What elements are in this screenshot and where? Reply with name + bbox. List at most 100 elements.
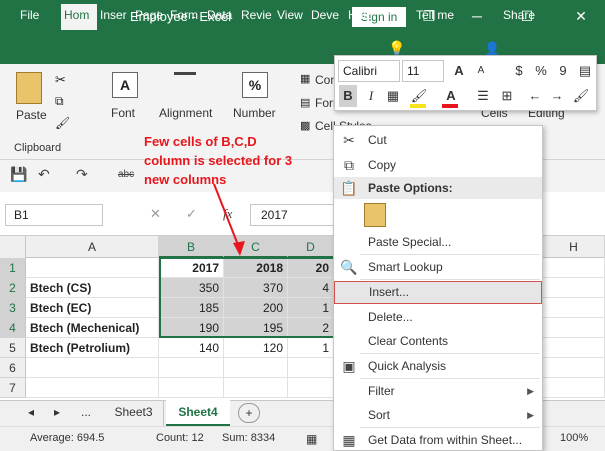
format-painter-icon[interactable]: 🖌 [55,116,70,130]
tab-review[interactable]: Revie [241,8,272,30]
increase-font-size-button[interactable]: A [450,60,468,82]
tab-page-layout[interactable]: Page [135,8,163,30]
tab-view[interactable]: View [277,8,303,30]
cell-d5[interactable]: 1 [288,338,334,358]
cell-h2[interactable] [543,278,605,298]
decrease-decimal-icon[interactable]: → [548,85,566,107]
row-header[interactable]: 6 [0,358,26,378]
cell-c7[interactable] [224,378,288,398]
menu-item-clear-contents[interactable]: Clear Contents [334,329,542,354]
cell-c5[interactable]: 120 [224,338,288,358]
menu-item-filter[interactable]: Filter ▶ [334,379,542,404]
row-header[interactable]: 3 [0,298,26,318]
tab-insert[interactable]: Inser [100,8,127,30]
select-all-button[interactable] [0,236,26,258]
cell-a1[interactable] [26,258,159,278]
cell-a5[interactable]: Btech (Petrolium) [26,338,159,358]
tab-help[interactable]: Help [348,8,373,30]
cell-d7[interactable] [288,378,334,398]
tell-me-search[interactable]: Tell me [416,8,454,30]
cancel-icon[interactable]: ✕ [150,206,161,222]
scroll-right-icon[interactable]: ▸ [50,400,64,426]
sheet-tab-sheet3[interactable]: Sheet3 [104,400,164,426]
accounting-format-button[interactable]: $ [510,60,528,82]
menu-item-get-data[interactable]: ▦ Get Data from within Sheet... [334,428,542,451]
borders-icon[interactable]: ▦ [384,85,402,107]
cell-a3[interactable]: Btech (EC) [26,298,159,318]
cell-a4[interactable]: Btech (Mechenical) [26,318,159,338]
enter-icon[interactable]: ✓ [186,206,197,222]
cell-h7[interactable] [543,378,605,398]
cell-d6[interactable] [288,358,334,378]
normal-view-icon[interactable]: ▦ [306,432,317,446]
font-size-field[interactable]: 11 [402,60,444,82]
column-header-h[interactable]: H [543,236,605,258]
column-header-a[interactable]: A [26,236,159,258]
cell-h5[interactable] [543,338,605,358]
row-header[interactable]: 4 [0,318,26,338]
tab-developer[interactable]: Deve [311,8,339,30]
cell-a2[interactable]: Btech (CS) [26,278,159,298]
save-icon[interactable]: 💾 [10,166,27,183]
paste-clipboard-icon[interactable] [364,203,386,227]
cell-h1[interactable] [543,258,605,278]
name-box[interactable]: B1 [5,204,103,226]
menu-item-cut[interactable]: ✂ Cut [334,128,542,153]
close-button[interactable]: ✕ [570,4,592,28]
cell-a6[interactable] [26,358,159,378]
row-header[interactable]: 2 [0,278,26,298]
menu-item-smart-lookup[interactable]: 🔍 Smart Lookup [334,255,542,280]
format-painter-mini-icon[interactable]: 🖌 [572,85,590,107]
menu-item-sort[interactable]: Sort ▶ [334,403,542,428]
tab-formulas[interactable]: Form [170,8,198,30]
share-button[interactable]: Share [503,8,535,30]
tab-home[interactable]: Hom [61,4,97,30]
alignment-group-button[interactable]: Alignment [159,106,212,120]
italic-button[interactable]: I [362,85,380,107]
minimize-button[interactable]: ─ [466,4,488,28]
new-sheet-button[interactable]: + [238,403,260,423]
scroll-left-icon[interactable]: ◂ [24,400,38,426]
row-header[interactable]: 7 [0,378,26,398]
tab-data[interactable]: Data [207,8,232,30]
cut-icon[interactable]: ✂ [55,72,66,88]
row-header[interactable]: 5 [0,338,26,358]
number-icon: % [242,72,268,98]
row-header[interactable]: 1 [0,258,26,278]
more-sheets-button[interactable]: ... [74,400,98,426]
sheet-tab-sheet4[interactable]: Sheet4 [166,400,230,426]
menu-item-copy[interactable]: ⧉ Copy [334,153,542,178]
font-name-field[interactable]: Calibri [338,60,400,82]
strikethrough-button[interactable]: abc [118,169,134,180]
tab-file[interactable]: File [20,8,39,30]
percent-style-button[interactable]: % [532,60,550,82]
copy-icon[interactable]: ⧉ [55,94,64,109]
paste-button[interactable]: Paste [16,108,47,122]
font-group-button[interactable]: Font [111,106,135,120]
redo-icon[interactable]: ↷ [76,166,88,183]
format-cells-icon[interactable]: ▤ [576,60,594,82]
cell-b5[interactable]: 140 [159,338,224,358]
menu-item-paste-special[interactable]: Paste Special... [334,230,542,255]
menu-item-quick-analysis[interactable]: ▣ Quick Analysis [334,354,542,379]
align-left-icon[interactable]: ☰ [474,85,492,107]
decrease-font-size-button[interactable]: A [472,60,490,82]
cell-b6[interactable] [159,358,224,378]
number-group-button[interactable]: Number [233,106,276,120]
column-header-d[interactable]: D [288,236,334,258]
undo-icon[interactable]: ↶ [38,166,50,183]
merge-center-icon[interactable]: ⊞ [498,85,516,107]
bold-button[interactable]: B [339,85,357,107]
cell-c6[interactable] [224,358,288,378]
cell-h4[interactable] [543,318,605,338]
menu-item-delete[interactable]: Delete... [334,305,542,330]
comma-style-button[interactable]: 9 [554,60,572,82]
formula-input[interactable]: 2017 [250,204,340,226]
increase-decimal-icon[interactable]: ← [526,85,544,107]
cell-a7[interactable] [26,378,159,398]
cell-b7[interactable] [159,378,224,398]
menu-item-insert[interactable]: Insert... [334,281,542,304]
cell-h3[interactable] [543,298,605,318]
cell-h6[interactable] [543,358,605,378]
zoom-level[interactable]: 100% [560,432,588,444]
